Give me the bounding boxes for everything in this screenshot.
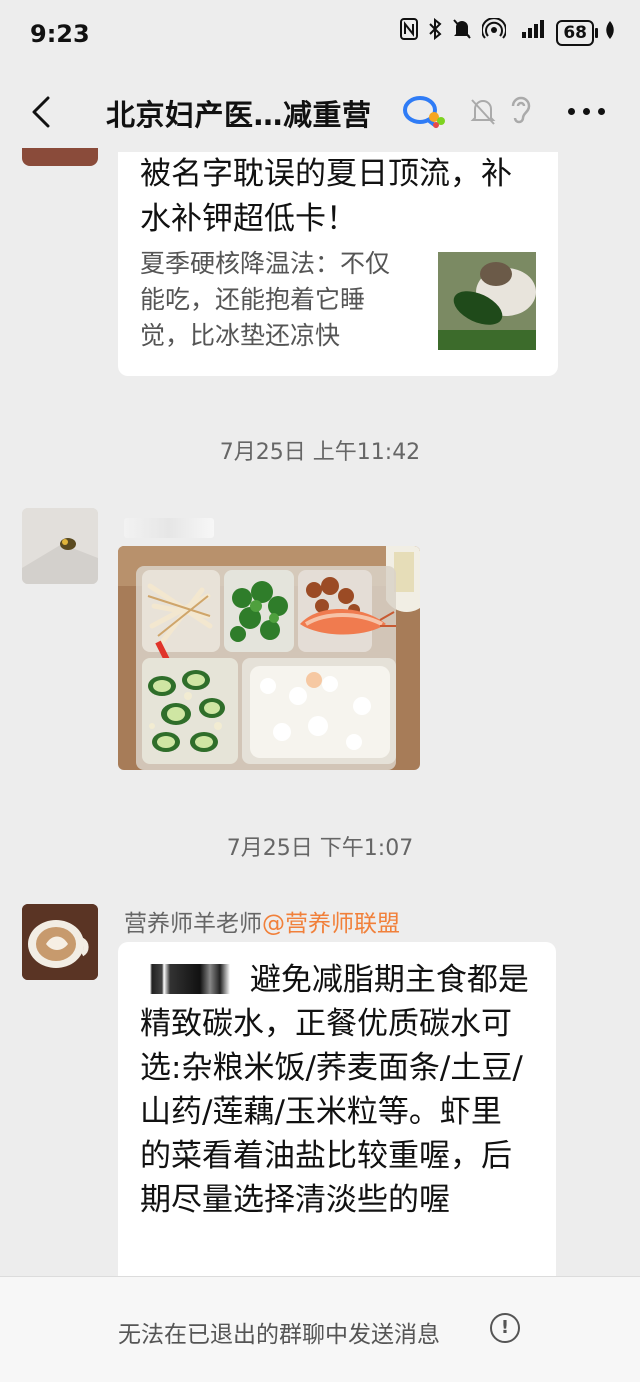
hotspot-icon bbox=[481, 17, 508, 47]
battery-icon: 68 bbox=[556, 19, 598, 46]
reply-text-block: 避免减脂期主食都是精致碳水，正餐优质碳水可选:杂粮米饭/荞麦面条/土豆/山药/莲… bbox=[140, 958, 532, 1222]
sender-name[interactable]: 营养师羊老师 bbox=[124, 911, 262, 937]
mention-redacted bbox=[140, 964, 240, 994]
reply-bubble[interactable]: 避免减脂期主食都是精致碳水，正餐优质碳水可选:杂粮米饭/荞麦面条/土豆/山药/莲… bbox=[118, 942, 556, 1282]
footer-bar: 无法在已退出的群聊中发送消息 ! bbox=[0, 1276, 640, 1382]
status-icons: 68 bbox=[400, 17, 616, 47]
avatar[interactable] bbox=[22, 904, 98, 980]
leaf-icon bbox=[604, 19, 616, 47]
status-bar: 9:23 68 bbox=[0, 0, 640, 72]
ear-icon[interactable] bbox=[507, 94, 533, 126]
info-icon[interactable]: ! bbox=[490, 1313, 520, 1343]
article-card[interactable]: 被名字耽误的夏日顶流，补水补钾超低卡！ 夏季硬核降温法：不仅能吃，还能抱着它睡觉… bbox=[118, 152, 558, 376]
mute-icon bbox=[452, 18, 472, 47]
group-badge-icon[interactable] bbox=[402, 94, 446, 130]
sender-org-tag[interactable]: @营养师联盟 bbox=[262, 911, 400, 937]
article-title: 被名字耽误的夏日顶流，补水补钾超低卡！ bbox=[140, 156, 512, 237]
bell-off-icon[interactable] bbox=[470, 96, 496, 126]
timestamp: 7月25日 下午1:07 bbox=[226, 836, 414, 861]
bluetooth-icon bbox=[428, 17, 442, 47]
nfc-icon bbox=[400, 18, 419, 47]
article-description: 夏季硬核降温法：不仅能吃，还能抱着它睡觉，比冰垫还凉快 bbox=[140, 249, 391, 350]
avatar[interactable] bbox=[22, 508, 98, 584]
signal-icon bbox=[516, 18, 546, 47]
article-thumbnail bbox=[438, 252, 536, 350]
more-icon[interactable] bbox=[568, 108, 605, 115]
chat-header: 北京妇产医…减重营 bbox=[0, 72, 640, 152]
timestamp: 7月25日 上午11:42 bbox=[219, 440, 421, 465]
status-time: 9:23 bbox=[30, 20, 90, 48]
sender-line: 营养师羊老师@营养师联盟 bbox=[124, 904, 400, 938]
exit-notice: 无法在已退出的群聊中发送消息 bbox=[118, 1322, 440, 1348]
reply-text: 避免减脂期主食都是精致碳水，正餐优质碳水可选:杂粮米饭/荞麦面条/土豆/山药/莲… bbox=[140, 962, 529, 1218]
meal-photo[interactable] bbox=[118, 546, 420, 770]
avatar[interactable] bbox=[22, 148, 98, 166]
back-icon[interactable] bbox=[22, 92, 62, 132]
sender-name-blurred bbox=[124, 518, 214, 538]
chat-title: 北京妇产医…减重营 bbox=[106, 98, 372, 132]
